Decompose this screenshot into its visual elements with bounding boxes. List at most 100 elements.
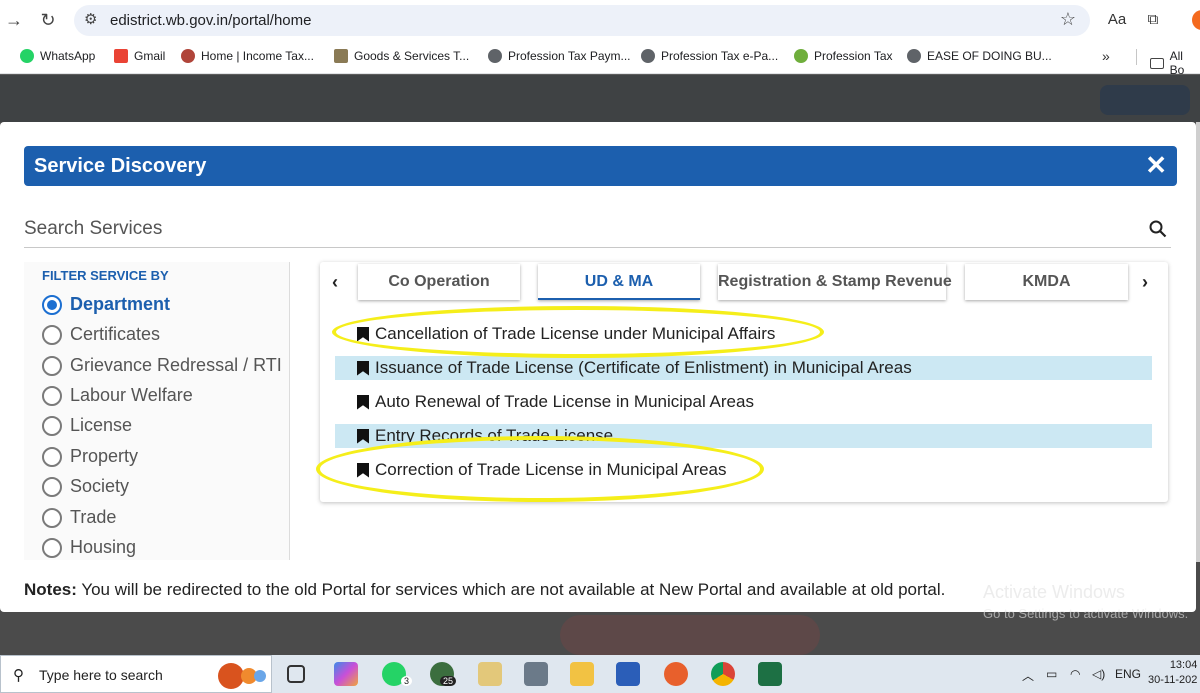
bookmark-label: EASE OF DOING BU... [927, 49, 1052, 63]
activate-windows-watermark: Activate Windows [983, 582, 1126, 602]
service-label: Issuance of Trade License (Certificate o… [375, 358, 912, 377]
service-item[interactable]: Correction of Trade License in Municipal… [335, 458, 1152, 482]
bookmark-label: Profession Tax Paym... [508, 49, 631, 63]
filter-label: Certificates [70, 324, 161, 344]
radio-icon[interactable] [42, 537, 62, 558]
chevron-left-icon[interactable]: ‹ [332, 272, 338, 293]
bookmarks-overflow-button[interactable]: » [1102, 48, 1110, 64]
profession-tax-icon [794, 49, 808, 63]
filter-license[interactable]: License [42, 415, 132, 436]
filter-certificates[interactable]: Certificates [42, 324, 160, 345]
bookmark-label: Goods & Services T... [354, 49, 470, 63]
radio-icon[interactable] [42, 507, 62, 528]
service-label: Cancellation of Trade License under Muni… [375, 324, 776, 343]
bookmark-icon [357, 326, 369, 342]
extensions-icon[interactable]: ⧉ [1141, 8, 1165, 32]
services-panel: ‹ Co Operation UD & MA Registration & St… [316, 262, 1168, 502]
whatsapp-icon [20, 49, 34, 63]
bookmark-item[interactable]: Profession Tax Paym... [488, 49, 631, 63]
clock[interactable]: 13:04 30-11-202 [1148, 658, 1197, 688]
bookmarks-bar: WhatsApp Gmail Home | Income Tax... Good… [0, 40, 1200, 77]
chrome-icon[interactable] [711, 662, 735, 686]
reload-icon[interactable]: ↻ [36, 8, 60, 32]
filter-label: Housing [70, 537, 137, 557]
tab-registration-stamp-revenue[interactable]: Registration & Stamp Revenue [718, 264, 952, 300]
service-item[interactable]: Auto Renewal of Trade License in Municip… [335, 390, 1152, 414]
modal-title: Service Discovery [34, 155, 207, 177]
app-badge: 25 [440, 676, 457, 686]
chevron-right-icon[interactable]: › [1142, 272, 1148, 293]
battery-icon[interactable]: ▭ [1046, 667, 1057, 681]
excel-icon[interactable] [758, 662, 782, 686]
filter-label: License [70, 415, 133, 435]
service-label: Auto Renewal of Trade License in Municip… [375, 392, 754, 411]
filter-label: Trade [70, 507, 117, 527]
tab-kmda[interactable]: KMDA [965, 264, 1128, 300]
globe-icon [907, 49, 921, 63]
copilot-icon[interactable] [334, 662, 358, 686]
service-discovery-modal: Service Discovery ✕ FILTER SERVICE BY De… [0, 122, 1196, 612]
network-icon[interactable]: ◠ [1070, 667, 1080, 681]
tab-ud-ma[interactable]: UD & MA [538, 264, 700, 300]
radio-icon[interactable] [42, 385, 62, 406]
bookmark-item[interactable]: Goods & Services T... [334, 49, 469, 63]
filter-property[interactable]: Property [42, 446, 138, 467]
filter-housing[interactable]: Housing [42, 537, 136, 558]
site-info-icon[interactable]: ⚙ [84, 10, 97, 28]
word-icon[interactable] [616, 662, 640, 686]
weather-widget-icon[interactable] [211, 660, 267, 690]
radio-icon[interactable] [42, 324, 62, 345]
firefox-icon[interactable] [664, 662, 688, 686]
paint-icon[interactable] [478, 662, 502, 686]
notes-label: Notes: [24, 580, 77, 599]
language-indicator[interactable]: ENG [1115, 667, 1141, 681]
translate-icon[interactable]: Aa [1105, 8, 1129, 32]
bookmark-item[interactable]: Profession Tax [794, 49, 893, 63]
search-icon[interactable] [1149, 220, 1167, 238]
service-item[interactable]: Cancellation of Trade License under Muni… [335, 322, 1152, 346]
radio-icon[interactable] [42, 415, 62, 436]
bookmark-item[interactable]: Home | Income Tax... [181, 49, 314, 63]
whatsapp-badge: 3 [401, 676, 413, 686]
file-explorer-icon[interactable] [570, 662, 594, 686]
filter-grievance[interactable]: Grievance Redressal / RTI [42, 355, 282, 376]
filter-trade[interactable]: Trade [42, 507, 116, 528]
notes-body: You will be redirected to the old Portal… [76, 580, 946, 599]
url-text[interactable]: edistrict.wb.gov.in/portal/home [110, 12, 311, 29]
filter-society[interactable]: Society [42, 476, 129, 497]
bookmark-icon [357, 428, 369, 444]
globe-icon [488, 49, 502, 63]
service-item[interactable]: Entry Records of Trade License [335, 424, 1152, 448]
filter-label: Society [70, 476, 130, 496]
bookmark-item[interactable]: WhatsApp [20, 49, 95, 63]
service-item[interactable]: Issuance of Trade License (Certificate o… [335, 356, 1152, 380]
radio-icon[interactable] [42, 476, 62, 497]
task-view-icon[interactable] [287, 665, 305, 683]
radio-selected-icon[interactable] [42, 294, 62, 315]
divider [1136, 49, 1137, 65]
search-input[interactable] [24, 212, 1124, 246]
page-scrollbar[interactable] [1196, 122, 1200, 562]
chevron-up-icon[interactable]: ︿ [1022, 667, 1034, 684]
filter-department[interactable]: Department [42, 294, 170, 315]
notes-text: Notes: You will be redirected to the old… [24, 580, 945, 600]
address-bar[interactable]: ⚙ edistrict.wb.gov.in/portal/home ☆ [74, 5, 1090, 36]
taskbar-search[interactable]: ⚲ Type here to search [0, 655, 272, 693]
bookmark-star-icon[interactable]: ☆ [1060, 9, 1076, 30]
bookmark-item[interactable]: Gmail [114, 49, 165, 63]
filter-label: Grievance Redressal / RTI [70, 355, 282, 375]
all-bookmarks-button[interactable]: All Bo [1150, 49, 1200, 77]
forward-icon[interactable]: → [2, 8, 26, 32]
bookmark-item[interactable]: Profession Tax e-Pa... [641, 49, 778, 63]
clock-date: 30-11-202 [1148, 674, 1198, 686]
bookmark-item[interactable]: EASE OF DOING BU... [907, 49, 1052, 63]
filter-labour-welfare[interactable]: Labour Welfare [42, 385, 193, 406]
profile-avatar[interactable] [1192, 10, 1200, 30]
tab-co-operation[interactable]: Co Operation [358, 264, 520, 300]
volume-icon[interactable]: ◁) [1092, 667, 1105, 681]
calculator-icon[interactable] [524, 662, 548, 686]
clock-time: 13:04 [1169, 659, 1198, 671]
radio-icon[interactable] [42, 446, 62, 467]
close-icon[interactable]: ✕ [1145, 151, 1167, 179]
radio-icon[interactable] [42, 355, 62, 376]
